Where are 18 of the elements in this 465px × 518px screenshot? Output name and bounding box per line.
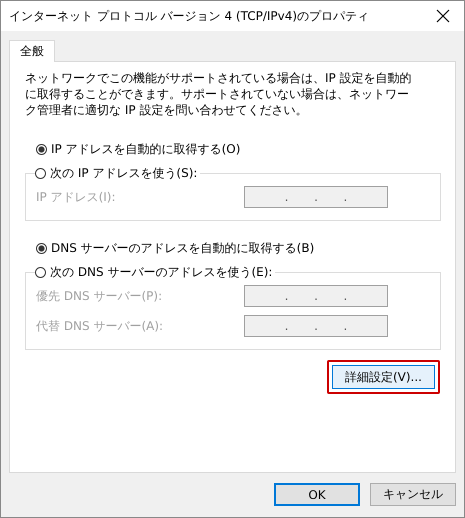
radio-option[interactable]: 次の DNS サーバーのアドレスを使う(E):: [35, 263, 272, 281]
radio-button[interactable]: [36, 144, 47, 154]
ok-button[interactable]: OK: [274, 483, 360, 506]
advanced-button[interactable]: 詳細設定(V)...: [332, 365, 435, 389]
radio-button[interactable]: [36, 242, 47, 254]
radio-option[interactable]: 次の IP アドレスを使う(S):: [35, 164, 198, 182]
field-label: 優先 DNS サーバー(P):: [36, 288, 162, 304]
radio-button[interactable]: [35, 168, 46, 178]
radio-option[interactable]: DNS サーバーのアドレスを自動的に取得する(B): [25, 239, 440, 257]
radio-button[interactable]: [35, 266, 46, 278]
tab[interactable]: 全般: [9, 40, 55, 62]
close-icon[interactable]: [436, 9, 450, 23]
field-label: IP アドレス(I):: [36, 188, 116, 206]
cancel-button[interactable]: キャンセル: [370, 483, 456, 506]
window-title: インターネット プロトコル バージョン 4 (TCP/IPv4)のプロパティ: [9, 8, 370, 24]
field-label: 代替 DNS サーバー(A):: [36, 318, 164, 334]
radio-option[interactable]: IP アドレスを自動的に取得する(O): [25, 140, 440, 158]
description-text: ネットワークでこの機能がサポートされている場合は、IP 設定を自動的に取得することができます。サポートされていない場合は、ネットワーク管理者に適切な IP 設定を問い合わせてください。: [25, 70, 413, 118]
